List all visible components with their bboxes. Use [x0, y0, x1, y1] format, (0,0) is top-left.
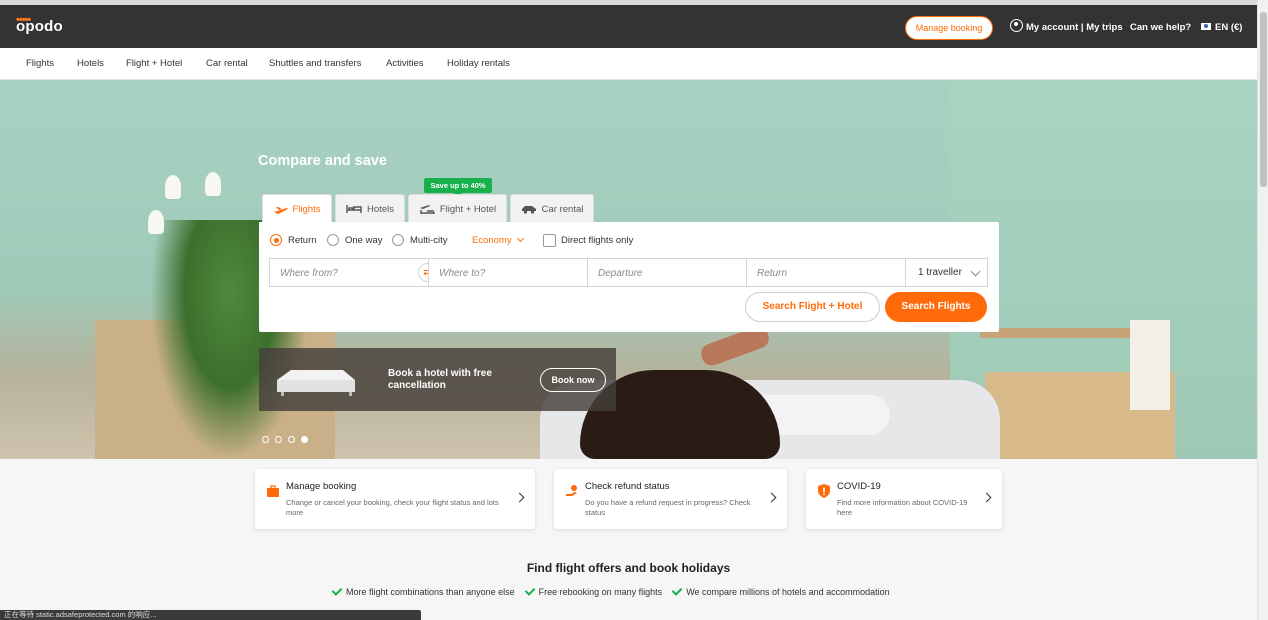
opodo-logo[interactable]: ••••• opodo — [16, 14, 63, 35]
hotel-promo-text: Book a hotel with free cancellation — [388, 368, 492, 391]
check-icon — [331, 585, 343, 596]
usp-item: More flight combinations than anyone els… — [331, 585, 515, 597]
shield-alert-icon — [818, 484, 830, 498]
trip-type-multi-city[interactable]: Multi-city — [392, 234, 447, 246]
flight-search-panel: Return One way Multi-city Economy Direct… — [259, 222, 999, 332]
top-header: ••••• opodo Manage booking My account | … — [0, 0, 1257, 48]
plane-bed-icon — [419, 204, 435, 214]
chevron-right-icon — [766, 492, 777, 503]
car-icon — [521, 206, 536, 214]
trip-type-one-way[interactable]: One way — [327, 234, 383, 246]
manage-booking-button[interactable]: Manage booking — [905, 16, 993, 40]
card-title: Check refund status — [585, 481, 670, 492]
check-icon — [671, 585, 683, 596]
carousel-dot-active[interactable] — [301, 436, 308, 443]
nav-flights[interactable]: Flights — [26, 58, 54, 69]
cabin-class-select[interactable]: Economy — [472, 234, 525, 246]
tab-flights[interactable]: Flights — [262, 194, 332, 224]
hero-banner: Compare and save Save up to 40% Flights … — [0, 80, 1257, 459]
radio — [392, 234, 404, 246]
search-flights-button[interactable]: Search Flights — [885, 292, 987, 322]
trip-type-return[interactable]: Return — [270, 234, 317, 246]
scrollbar-thumb[interactable] — [1260, 12, 1267, 187]
chevron-down-icon — [517, 234, 525, 243]
refund-status-card[interactable]: Check refund status Do you have a refund… — [554, 469, 787, 529]
usp-item: We compare millions of hotels and accomm… — [671, 585, 890, 597]
covid-card[interactable]: COVID-19 Find more information about COV… — [806, 469, 1002, 529]
carousel-dot[interactable] — [275, 436, 282, 443]
help-link[interactable]: Can we help? — [1130, 22, 1191, 33]
return-input[interactable]: Return — [746, 258, 906, 287]
travellers-select[interactable]: 1 traveller — [905, 258, 988, 287]
card-title: COVID-19 — [837, 481, 881, 492]
chevron-right-icon — [981, 492, 992, 503]
hero-lily — [205, 172, 221, 196]
tab-car-rental[interactable]: Car rental — [510, 194, 594, 223]
nav-shuttles[interactable]: Shuttles and transfers — [269, 58, 361, 69]
search-flight-hotel-button[interactable]: Search Flight + Hotel — [745, 292, 880, 322]
tab-hotels[interactable]: Hotels — [335, 194, 405, 223]
my-account-link[interactable]: My account | My trips — [1026, 22, 1123, 33]
offers-title: Find flight offers and book holidays — [526, 561, 731, 575]
chevron-right-icon — [514, 492, 525, 503]
briefcase-icon — [267, 485, 279, 497]
language-selector[interactable]: EN (€) — [1215, 22, 1242, 33]
direct-flights-checkbox[interactable] — [543, 234, 556, 247]
refund-hand-icon — [566, 485, 577, 496]
plane-icon — [273, 206, 288, 214]
browser-status-bar: 正在等待 static.adsafeprotected.com 的响应... — [0, 610, 421, 620]
hotel-bed-image — [277, 370, 355, 396]
flag-icon — [1201, 23, 1211, 30]
card-description: Change or cancel your booking, check you… — [286, 498, 499, 517]
check-icon — [524, 585, 535, 596]
usp-item: Free rebooking on many flights — [524, 585, 662, 597]
hero-lamp — [1130, 320, 1170, 410]
nav-hotels[interactable]: Hotels — [77, 58, 104, 69]
to-input[interactable]: Where to? — [428, 258, 588, 287]
direct-flights-label: Direct flights only — [561, 235, 634, 246]
card-title: Manage booking — [286, 481, 357, 492]
tab-flight-hotel[interactable]: Flight + Hotel — [408, 194, 507, 223]
hotel-promo-banner: Book a hotel with free cancellation Book… — [259, 348, 616, 411]
user-icon[interactable] — [1010, 19, 1023, 32]
from-input[interactable]: Where from? — [269, 258, 429, 287]
hero-lily — [165, 175, 181, 199]
carousel-dot[interactable] — [288, 436, 295, 443]
nav-activities[interactable]: Activities — [386, 58, 423, 69]
logo-dots: ••••• — [16, 14, 31, 26]
departure-input[interactable]: Departure — [587, 258, 747, 287]
bed-icon — [346, 205, 362, 213]
chevron-down-icon — [970, 266, 981, 277]
hero-lily — [148, 210, 164, 234]
carousel-dot[interactable] — [262, 436, 269, 443]
nav-flight-hotel[interactable]: Flight + Hotel — [126, 58, 182, 69]
nav-car-rental[interactable]: Car rental — [206, 58, 248, 69]
card-description: Do you have a refund request in progress… — [585, 498, 751, 517]
radio-selected — [270, 234, 282, 246]
book-now-button[interactable]: Book now — [540, 368, 606, 392]
page-scrollbar[interactable] — [1257, 0, 1268, 620]
manage-booking-card[interactable]: Manage booking Change or cancel your boo… — [255, 469, 535, 529]
product-nav: Flights Hotels Flight + Hotel Car rental… — [0, 48, 1257, 80]
nav-holiday-rentals[interactable]: Holiday rentals — [447, 58, 510, 69]
radio — [327, 234, 339, 246]
save-badge: Save up to 40% — [424, 178, 492, 197]
card-description: Find more information about COVID-19 her… — [837, 498, 968, 517]
carousel-dots — [262, 436, 308, 443]
usp-list: More flight combinations than anyone els… — [331, 585, 890, 597]
hero-title: Compare and save — [258, 153, 387, 169]
